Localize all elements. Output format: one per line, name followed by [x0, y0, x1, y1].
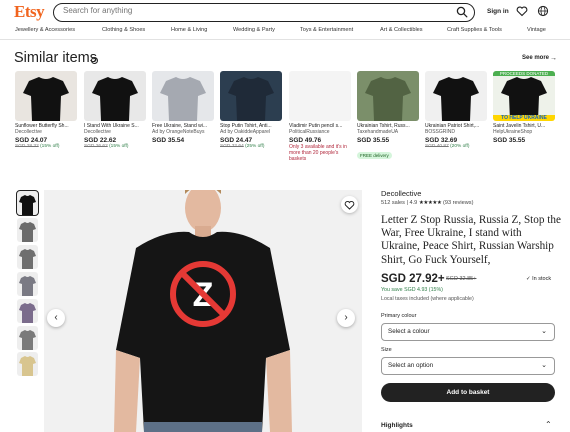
similar-item-shop: TaxehandmadeUA: [357, 129, 399, 135]
similar-item-price: SGD 32.69: [425, 137, 458, 144]
taxes-note: Local taxes included (where applicable): [381, 296, 474, 302]
similar-item-price: SGD 49.76: [289, 137, 322, 144]
similar-item-price: SGD 35.55: [357, 137, 390, 144]
banner-bottom: TO HELP UKRAINE: [493, 115, 555, 121]
nav-item-toys[interactable]: Toys & Entertainment: [300, 27, 353, 33]
similar-item-price: SGD 24.47: [220, 137, 253, 144]
search-input[interactable]: [63, 6, 433, 15]
nav-item-home[interactable]: Home & Living: [171, 27, 207, 33]
heart-icon[interactable]: [516, 5, 528, 17]
product-thumbnail[interactable]: [17, 272, 38, 296]
nav-item-wedding[interactable]: Wedding & Party: [233, 27, 275, 33]
savings-text: You save SGD 4.93 (15%): [381, 287, 443, 293]
nav-item-craft[interactable]: Craft Supplies & Tools: [447, 27, 502, 33]
size-select[interactable]: Select an option ⌄: [381, 357, 555, 375]
product-thumbnail[interactable]: [16, 190, 39, 216]
review-count[interactable]: (93 reviews): [443, 200, 473, 206]
similar-item-shop: Ad by OrangeNoteBuys: [152, 129, 205, 135]
star-rating: ★★★★★: [418, 200, 442, 206]
next-image-button[interactable]: ›: [337, 309, 355, 327]
heart-icon: [344, 200, 355, 210]
similar-item-card[interactable]: I Stand With Ukraine S... Decollective SGD…: [84, 71, 148, 149]
similar-item-card[interactable]: Vladimir Putin pencil s... PoliticalRussi…: [289, 71, 353, 162]
nav-item-jewellery[interactable]: Jewellery & Accessories: [15, 27, 75, 33]
similar-item-shop: BOSSGRIND: [425, 129, 456, 135]
product-main-image: Z: [44, 190, 362, 432]
similar-item-card[interactable]: Free Ukraine, Stand wi... Ad by OrangeNot…: [152, 71, 216, 144]
globe-icon[interactable]: [537, 5, 549, 17]
similar-item-shop: Decollective: [15, 129, 42, 135]
rating-value: 4.9: [409, 200, 418, 206]
add-to-basket-button[interactable]: Add to basket: [381, 383, 555, 402]
nav-item-clothing[interactable]: Clothing & Shoes: [102, 27, 145, 33]
similar-item-card[interactable]: Sunflower Butterfly Sh... Decollective SGD…: [15, 71, 79, 149]
product-thumbnail[interactable]: [17, 326, 38, 350]
product-photo: Z: [44, 190, 362, 432]
shop-name[interactable]: Decollective: [381, 189, 421, 198]
free-delivery-badge: FREE delivery: [357, 152, 392, 159]
similar-item-price: SGD 24.07: [15, 137, 48, 144]
chevron-down-icon: ⌄: [541, 328, 547, 335]
prev-image-button[interactable]: ‹: [47, 309, 65, 327]
colour-label: Primary colour: [381, 313, 417, 319]
similar-item-card[interactable]: PROCEEDS DONATED TO HELP UKRAINE Saint Jav…: [493, 71, 557, 144]
product-thumbnail[interactable]: [17, 245, 38, 269]
chevron-down-icon: ⌄: [541, 362, 547, 369]
similar-item-discount: SGD 40.87 (20% off): [425, 144, 470, 149]
size-label: Size: [381, 347, 392, 353]
sales-count: 512 sales: [381, 200, 405, 206]
similar-item-image[interactable]: [152, 71, 214, 121]
product-title: Letter Z Stop Russia, Russia Z, Stop the…: [381, 214, 561, 266]
similar-item-card[interactable]: Stop Putin Tshirt, Anti... Ad by OakiddeA…: [220, 71, 284, 149]
search-bar[interactable]: [53, 3, 475, 22]
see-more-link[interactable]: See more: [522, 55, 549, 61]
product-thumbnail[interactable]: [17, 299, 38, 323]
similar-item-shop: Ad by OakiddeApparel: [220, 129, 271, 135]
nav-item-art[interactable]: Art & Collectibles: [380, 27, 423, 33]
similar-item-shop: HelpUkraineShop: [493, 129, 533, 135]
similar-item-card[interactable]: Ukrainian Tshirt, Russ... TaxehandmadeUA S…: [357, 71, 421, 162]
similar-item-price: SGD 22.62: [84, 137, 117, 144]
similar-item-discount: SGD 26.62 (15% off): [84, 144, 129, 149]
similar-item-image[interactable]: PROCEEDS DONATED TO HELP UKRAINE: [493, 71, 555, 121]
highlights-heading[interactable]: Highlights: [381, 422, 413, 429]
help-icon[interactable]: ?: [91, 57, 98, 64]
banner-top: PROCEEDS DONATED: [493, 71, 555, 76]
sign-in-link[interactable]: Sign in: [487, 8, 509, 15]
similar-item-image[interactable]: [84, 71, 146, 121]
stock-status: ✓ In stock: [526, 276, 552, 282]
colour-select[interactable]: Select a colour ⌄: [381, 323, 555, 341]
similar-item-card[interactable]: Ukrainian Patriot Shirt,... BOSSGRIND SGD …: [425, 71, 489, 149]
similar-item-image[interactable]: [289, 71, 351, 121]
similar-item-discount: SGD 28.32 (15% off): [15, 144, 60, 149]
etsy-logo[interactable]: Etsy: [14, 2, 45, 22]
similar-item-image[interactable]: [425, 71, 487, 121]
similar-item-discount: SGD 32.64 (25% off): [220, 144, 265, 149]
favorite-button[interactable]: [341, 196, 358, 213]
original-price: SGD 32.85+: [446, 276, 477, 282]
shop-meta: 512 sales | 4.9 ★★★★★ (93 reviews): [381, 200, 474, 206]
product-thumbnail[interactable]: [17, 352, 38, 376]
similar-item-image[interactable]: [15, 71, 77, 121]
product-thumbnail[interactable]: [17, 218, 38, 242]
similar-item-price: SGD 35.54: [152, 137, 185, 144]
search-icon[interactable]: [456, 6, 468, 18]
check-icon: ✓: [526, 276, 531, 282]
nav-divider: [0, 39, 570, 40]
similar-item-image[interactable]: [220, 71, 282, 121]
chevron-up-icon[interactable]: ⌃: [545, 420, 552, 429]
low-stock-warning: Only 3 available and it's in more than 2…: [289, 144, 347, 162]
similar-item-shop: Decollective: [84, 129, 111, 135]
similar-item-shop: PoliticalRussiance: [289, 129, 330, 135]
similar-items-title: Similar items: [14, 50, 97, 66]
arrow-right-icon[interactable]: →: [550, 55, 557, 62]
similar-item-image[interactable]: [357, 71, 419, 121]
product-price: SGD 27.92+: [381, 273, 445, 285]
header: Etsy Sign in: [0, 0, 570, 26]
category-nav: Jewellery & Accessories Clothing & Shoes…: [0, 27, 570, 39]
nav-item-vintage[interactable]: Vintage: [527, 27, 546, 33]
similar-item-price: SGD 35.55: [493, 137, 526, 144]
